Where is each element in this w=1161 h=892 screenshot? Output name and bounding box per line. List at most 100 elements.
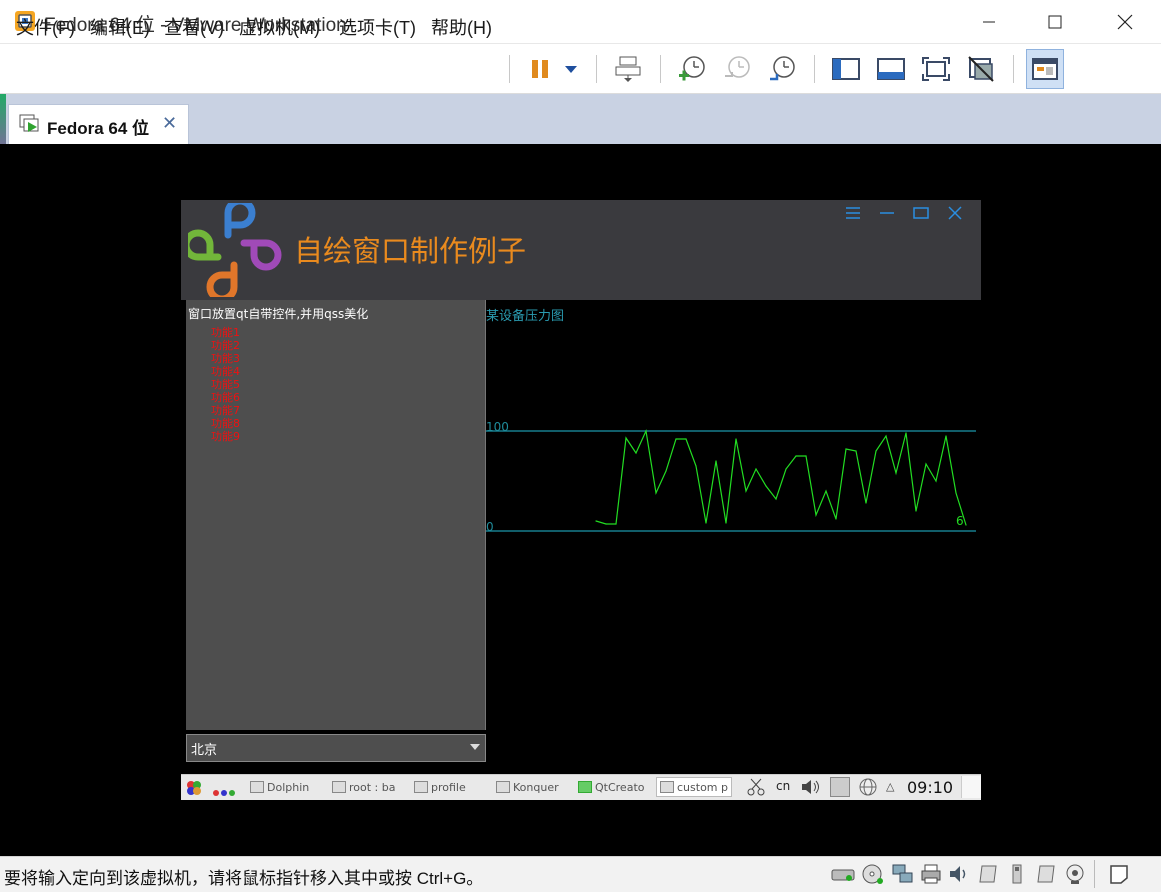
task-custom-active[interactable]: custom p bbox=[656, 777, 732, 797]
series-line bbox=[595, 428, 967, 526]
app-maximize-icon[interactable] bbox=[909, 204, 933, 222]
status-separator bbox=[1094, 860, 1095, 888]
task-label: QtCreato bbox=[595, 780, 645, 794]
message-icon[interactable] bbox=[1106, 862, 1132, 886]
task-label: Konquer bbox=[513, 780, 559, 794]
terminal-icon bbox=[332, 781, 346, 793]
data-point bbox=[615, 523, 617, 525]
tab-label: Fedora 64 位 bbox=[47, 119, 150, 138]
app-minimize-icon[interactable] bbox=[875, 204, 899, 222]
maximize-button[interactable] bbox=[1032, 6, 1078, 38]
data-point bbox=[895, 472, 897, 474]
window-icon bbox=[250, 781, 264, 793]
menu-vm[interactable]: 虚拟机(M) bbox=[239, 14, 320, 40]
pressure-chart: 某设备压力图 100 0 6 bbox=[486, 308, 976, 534]
kde-menu-icon[interactable] bbox=[185, 779, 203, 797]
network-icon[interactable] bbox=[858, 778, 878, 796]
data-point bbox=[715, 460, 717, 462]
task-konqueror[interactable]: Konquer bbox=[496, 777, 566, 797]
sound-icon[interactable] bbox=[946, 862, 972, 886]
menu-edit[interactable]: 编辑(E) bbox=[90, 14, 150, 40]
task-label: profile bbox=[431, 780, 466, 794]
menu-help[interactable]: 帮助(H) bbox=[431, 14, 492, 40]
input-method[interactable]: cn bbox=[776, 779, 790, 793]
window-icon bbox=[414, 781, 428, 793]
data-point bbox=[655, 492, 657, 494]
task-qtcreator[interactable]: QtCreato bbox=[578, 777, 648, 797]
minimize-button[interactable] bbox=[966, 6, 1012, 38]
dropdown-icon[interactable] bbox=[556, 53, 586, 85]
floppy-icon[interactable] bbox=[976, 862, 1002, 886]
data-point bbox=[705, 522, 707, 524]
close-button[interactable] bbox=[1102, 6, 1148, 38]
last-value-label: 6 bbox=[956, 514, 964, 528]
volume-icon[interactable] bbox=[800, 778, 822, 796]
tree-item[interactable]: 功能3 bbox=[211, 352, 240, 365]
printer-icon[interactable] bbox=[918, 862, 944, 886]
status-message: 要将输入定向到该虚拟机，请将鼠标指针移入其中或按 Ctrl+G。 bbox=[4, 869, 484, 888]
app-logo bbox=[182, 197, 284, 303]
chevron-down-icon[interactable] bbox=[470, 744, 480, 750]
tree-item[interactable]: 功能5 bbox=[211, 378, 240, 391]
camera-icon[interactable] bbox=[1062, 862, 1088, 886]
tree-root[interactable]: 窗口放置qt自带控件,并用qss美化 bbox=[188, 305, 368, 322]
task-label: custom p bbox=[677, 780, 728, 794]
tree-item[interactable]: 功能2 bbox=[211, 339, 240, 352]
tree-item[interactable]: 功能7 bbox=[211, 404, 240, 417]
task-label: Dolphin bbox=[267, 780, 310, 794]
menu-view[interactable]: 查看(V) bbox=[164, 14, 224, 40]
app-title: 自绘窗口制作例子 bbox=[294, 234, 527, 268]
tree-item[interactable]: 功能8 bbox=[211, 417, 240, 430]
data-point bbox=[825, 490, 827, 492]
tab-close-icon[interactable]: ✕ bbox=[162, 113, 177, 134]
menu-file[interactable]: 文件(F) bbox=[16, 14, 75, 40]
data-point bbox=[925, 463, 927, 465]
toolbar-separator bbox=[1013, 55, 1014, 83]
data-point bbox=[855, 450, 857, 452]
hdd-icon[interactable] bbox=[830, 862, 856, 886]
task-terminal[interactable]: root : ba bbox=[332, 777, 402, 797]
data-point bbox=[675, 438, 677, 440]
data-point bbox=[755, 468, 757, 470]
data-point bbox=[725, 522, 727, 524]
cashew-icon[interactable] bbox=[961, 776, 981, 798]
tree-item[interactable]: 功能6 bbox=[211, 391, 240, 404]
clock[interactable]: 09:10 bbox=[907, 778, 953, 797]
toolbar-separator bbox=[660, 55, 661, 83]
task-profile[interactable]: profile bbox=[414, 777, 484, 797]
pause-icon[interactable] bbox=[524, 53, 556, 85]
menu-tabs[interactable]: 选项卡(T) bbox=[339, 14, 416, 40]
data-point bbox=[865, 502, 867, 504]
x11-icon bbox=[660, 781, 674, 793]
data-point bbox=[625, 437, 627, 439]
snapshot-revert-icon[interactable] bbox=[721, 53, 753, 85]
scissors-icon[interactable] bbox=[746, 778, 766, 796]
tree-item[interactable]: 功能4 bbox=[211, 365, 240, 378]
data-point bbox=[745, 490, 747, 492]
console-view-icon[interactable] bbox=[1029, 53, 1061, 85]
send-ctrl-alt-del-icon[interactable] bbox=[612, 53, 644, 85]
removable-device-icon[interactable] bbox=[1034, 862, 1060, 886]
app-close-icon[interactable] bbox=[943, 204, 967, 222]
app-menu-icon[interactable] bbox=[841, 204, 865, 222]
thumbnail-bar-icon[interactable] bbox=[875, 53, 907, 85]
network-adapter-icon[interactable] bbox=[890, 862, 916, 886]
city-combobox[interactable] bbox=[186, 734, 486, 762]
show-library-icon[interactable] bbox=[830, 53, 862, 85]
snapshot-manager-icon[interactable] bbox=[766, 53, 798, 85]
clipboard-icon[interactable] bbox=[830, 777, 850, 797]
snapshot-take-icon[interactable] bbox=[676, 53, 708, 85]
cdrom-icon[interactable] bbox=[860, 862, 886, 886]
pager-icon[interactable] bbox=[212, 783, 236, 796]
fullscreen-icon[interactable] bbox=[920, 53, 952, 85]
tray-expand-icon[interactable]: △ bbox=[886, 780, 894, 793]
toolbar-separator bbox=[814, 55, 815, 83]
data-point bbox=[965, 524, 967, 526]
tree-item[interactable]: 功能9 bbox=[211, 430, 240, 443]
usb-icon[interactable] bbox=[1004, 862, 1030, 886]
series-layer bbox=[595, 428, 967, 526]
task-dolphin[interactable]: Dolphin bbox=[250, 777, 320, 797]
tree-item[interactable]: 功能1 bbox=[211, 326, 240, 339]
data-point bbox=[845, 448, 847, 450]
unity-icon[interactable] bbox=[965, 53, 997, 85]
